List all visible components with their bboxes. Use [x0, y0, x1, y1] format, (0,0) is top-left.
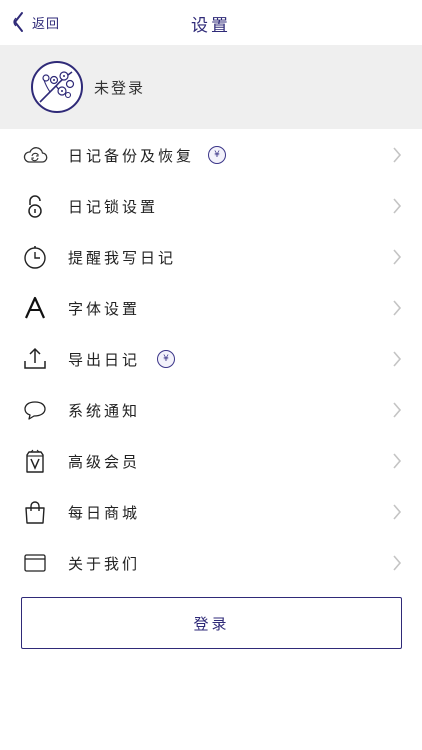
chevron-right-icon — [392, 452, 402, 470]
chevron-right-icon — [392, 554, 402, 572]
menu-item-backup-restore[interactable]: 日记备份及恢复 ¥ — [0, 130, 422, 181]
menu-item-label: 每日商城 — [68, 504, 141, 522]
chat-bubble-icon — [22, 397, 48, 423]
plum-blossom-avatar-icon — [39, 71, 75, 103]
menu-item-label: 关于我们 — [68, 555, 141, 573]
menu-item-label: 日记备份及恢复 — [68, 147, 195, 165]
card-icon — [22, 550, 48, 576]
menu-item-label: 日记锁设置 — [68, 198, 159, 216]
chevron-right-icon — [392, 248, 402, 266]
chevron-right-icon — [392, 503, 402, 521]
export-icon — [22, 346, 48, 372]
font-a-icon — [22, 295, 48, 321]
menu-item-font-settings[interactable]: 字体设置 — [0, 283, 422, 334]
chevron-right-icon — [392, 146, 402, 164]
menu-item-export[interactable]: 导出日记 ¥ — [0, 334, 422, 385]
menu-item-label: 字体设置 — [68, 300, 141, 318]
shopping-bag-icon — [22, 499, 48, 525]
menu-item-diary-lock[interactable]: 日记锁设置 — [0, 181, 422, 232]
chevron-right-icon — [392, 197, 402, 215]
avatar[interactable] — [31, 61, 83, 113]
menu-item-label: 提醒我写日记 — [68, 249, 177, 267]
paid-badge: ¥ — [157, 350, 175, 368]
cloud-sync-icon — [22, 142, 48, 168]
login-button-label: 登录 — [193, 614, 230, 633]
clock-icon — [22, 244, 48, 270]
menu-item-reminder[interactable]: 提醒我写日记 — [0, 232, 422, 283]
profile-panel[interactable]: 未登录 — [0, 45, 422, 129]
menu-item-shop[interactable]: 每日商城 — [0, 487, 422, 538]
menu-item-label: 高级会员 — [68, 453, 141, 471]
page-title: 设置 — [191, 16, 231, 36]
menu-item-premium[interactable]: 高级会员 — [0, 436, 422, 487]
nav-bar: 返回 设置 — [0, 0, 422, 45]
paid-badge: ¥ — [208, 146, 226, 164]
chevron-right-icon — [392, 401, 402, 419]
login-button[interactable]: 登录 — [21, 597, 402, 649]
login-status: 未登录 — [94, 78, 146, 97]
settings-menu: 日记备份及恢复 ¥ 日记锁设置 提醒我写日记 字体设置 导出日记 ¥ 系统通知 … — [0, 130, 422, 589]
vip-tag-icon — [22, 448, 48, 474]
menu-item-about[interactable]: 关于我们 — [0, 538, 422, 589]
menu-item-label: 系统通知 — [68, 402, 141, 420]
lock-icon — [22, 193, 48, 219]
menu-item-notifications[interactable]: 系统通知 — [0, 385, 422, 436]
chevron-right-icon — [392, 299, 402, 317]
chevron-right-icon — [392, 350, 402, 368]
menu-item-label: 导出日记 — [68, 351, 141, 369]
